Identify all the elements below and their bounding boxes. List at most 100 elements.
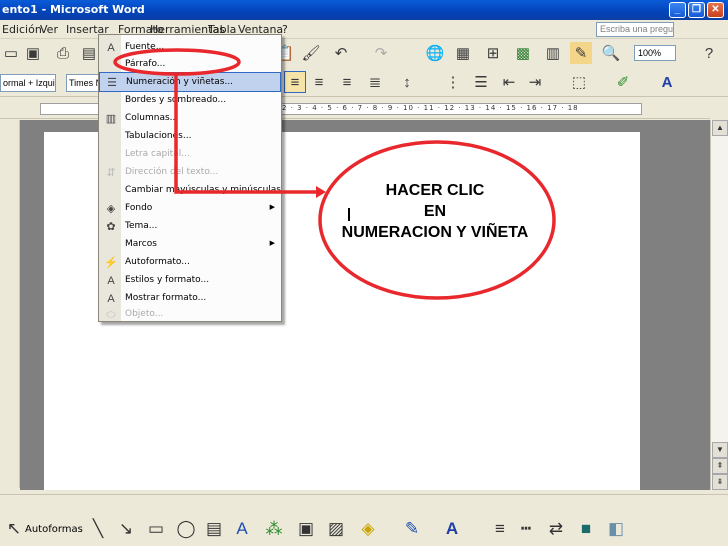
next-page-icon[interactable]: ⇟ [712, 474, 728, 490]
menu-item-bordes[interactable]: Bordes y sombreado... [99, 91, 281, 111]
fill-color-icon[interactable]: ◈ [356, 517, 380, 541]
clip-art-icon[interactable]: ▣ [294, 517, 318, 541]
text-direction-icon: ⇵ [106, 167, 116, 179]
diagram-icon[interactable]: ⁂ [262, 517, 286, 541]
decrease-indent-icon[interactable]: ⇤ [498, 71, 520, 93]
scroll-up-icon[interactable]: ▲ [712, 120, 728, 136]
select-objects-icon[interactable]: ↖ [2, 517, 26, 541]
theme-icon: ✿ [106, 221, 116, 233]
menu-item-marcos[interactable]: Marcos ▶ [99, 235, 281, 255]
menu-item-tabulaciones[interactable]: Tabulaciones... [99, 127, 281, 147]
menu-item-label: Dirección del texto... [125, 167, 219, 177]
background-icon: ◈ [106, 203, 116, 215]
align-center-icon[interactable]: ≡ [308, 71, 330, 93]
format-painter-icon[interactable]: 🖌 [300, 42, 322, 64]
restore-button[interactable]: ❐ [688, 2, 705, 18]
align-left-icon[interactable]: ≡ [284, 71, 306, 93]
callout-line-3: NUMERACION Y VIÑETA [341, 224, 529, 241]
scroll-down-icon[interactable]: ▼ [712, 442, 728, 458]
arrow-icon[interactable]: ↘ [114, 517, 138, 541]
print-icon[interactable]: ▤ [78, 42, 100, 64]
line-style-icon[interactable]: ≡ [488, 517, 512, 541]
submenu-arrow-icon: ▶ [269, 204, 275, 211]
vertical-ruler[interactable] [0, 120, 20, 488]
justify-icon[interactable]: ≣ [364, 71, 386, 93]
picture-icon[interactable]: ▨ [324, 517, 348, 541]
rectangle-icon[interactable]: ▭ [144, 517, 168, 541]
minimize-button[interactable]: _ [669, 2, 686, 18]
menu-item-label: Cambiar mayúsculas y minúsculas... [125, 185, 290, 195]
menu-item-label: Columnas... [125, 113, 179, 123]
highlight-icon[interactable]: ✐ [612, 71, 634, 93]
oval-icon[interactable]: ◯ [174, 517, 198, 541]
menu-item-label: Fuente... [125, 42, 165, 52]
border-icon[interactable]: ⬚ [568, 71, 590, 93]
menu-item-tema[interactable]: ✿ Tema... [99, 217, 281, 237]
numbering-icon[interactable]: ⋮ [442, 71, 464, 93]
dash-style-icon[interactable]: ┅ [514, 517, 538, 541]
callout-text: HACER CLIC EN NUMERACION Y VIÑETA [322, 180, 548, 243]
menu-item-direccion-texto: ⇵ Dirección del texto... [99, 163, 281, 183]
align-right-icon[interactable]: ≡ [336, 71, 358, 93]
font-combo[interactable]: Times New [66, 74, 102, 92]
undo-icon[interactable]: ↶ [330, 42, 352, 64]
menu-item-label: Párrafo... [125, 59, 166, 69]
autoformat-icon: ⚡ [104, 257, 118, 269]
line-color-icon[interactable]: ✎ [400, 517, 424, 541]
format-menu: A Fuente... Párrafo... ☰ Numeración y vi… [98, 34, 290, 322]
insert-excel-icon[interactable]: ▩ [512, 42, 534, 64]
menu-item-estilos-formato[interactable]: A Estilos y formato... [99, 271, 281, 291]
columns-icon: ▥ [105, 113, 117, 125]
text-box-icon[interactable]: ▤ [202, 517, 226, 541]
menu-item-label: Marcos [125, 239, 157, 249]
style-combo[interactable]: ormal + Izquie [0, 74, 56, 92]
menu-item-letra-capital: Letra capital... [99, 145, 281, 165]
menu-ver[interactable]: Ver [40, 23, 58, 36]
print-preview-icon[interactable]: ⎙ [52, 42, 74, 64]
callout-line-1: HACER CLIC [385, 182, 485, 199]
hyperlink-icon[interactable]: 🌐 [424, 42, 446, 64]
tables-borders-icon[interactable]: ▦ [452, 42, 474, 64]
wordart-icon[interactable]: A [230, 517, 254, 541]
increase-indent-icon[interactable]: ⇥ [524, 71, 546, 93]
menu-item-columnas[interactable]: ▥ Columnas... [99, 109, 281, 129]
menu-item-label: Mostrar formato... [125, 293, 207, 303]
menu-item-cambiar-mayusculas[interactable]: Cambiar mayúsculas y minúsculas... [99, 181, 290, 201]
3d-style-icon[interactable]: ◧ [604, 517, 628, 541]
insert-table-icon[interactable]: ⊞ [482, 42, 504, 64]
bullets-icon: ☰ [107, 77, 117, 89]
autoshapes-menu[interactable]: Autoformas [25, 524, 83, 535]
zoom-combo[interactable]: 100% [634, 45, 676, 61]
callout-line-2: EN [423, 203, 447, 220]
document-map-icon[interactable]: 🔍 [600, 42, 622, 64]
save-icon[interactable]: ▣ [22, 42, 44, 64]
vertical-scrollbar[interactable]: ▲ ▼ ⇞ ⇟ [710, 120, 728, 490]
window-title: ento1 - Microsoft Word [2, 3, 145, 16]
bullets-icon[interactable]: ☰ [470, 71, 492, 93]
draw-font-color-icon[interactable]: A [440, 517, 464, 541]
menu-item-label: Objeto... [125, 309, 164, 319]
help-search-input[interactable]: Escriba una pregunta [596, 22, 674, 37]
menu-help[interactable]: ? [282, 23, 288, 36]
line-spacing-icon[interactable]: ↕ [396, 71, 418, 93]
menu-edicion[interactable]: Edición [2, 23, 42, 36]
submenu-arrow-icon: ▶ [269, 240, 275, 247]
shadow-style-icon[interactable]: ■ [574, 517, 598, 541]
previous-page-icon[interactable]: ⇞ [712, 458, 728, 474]
redo-icon[interactable]: ↷ [370, 42, 392, 64]
title-bar: ento1 - Microsoft Word _ ❐ ✕ [0, 0, 728, 20]
menu-item-autoformato[interactable]: ⚡ Autoformato... [99, 253, 281, 273]
menu-item-fondo[interactable]: ◈ Fondo ▶ [99, 199, 281, 219]
line-icon[interactable]: ╲ [86, 517, 110, 541]
help-icon[interactable]: ? [698, 42, 720, 64]
object-icon: ⬭ [106, 309, 116, 321]
menu-item-numeracion-vinetas[interactable]: ☰ Numeración y viñetas... [99, 72, 281, 92]
menu-item-label: Bordes y sombreado... [125, 95, 227, 105]
close-button[interactable]: ✕ [707, 2, 724, 18]
drawing-icon[interactable]: ✎ [570, 42, 592, 64]
font-color-icon[interactable]: A [656, 71, 678, 93]
menu-item-label: Fondo [125, 203, 153, 213]
new-document-icon[interactable]: ▭ [0, 42, 22, 64]
columns-icon[interactable]: ▥ [542, 42, 564, 64]
arrow-style-icon[interactable]: ⇄ [544, 517, 568, 541]
